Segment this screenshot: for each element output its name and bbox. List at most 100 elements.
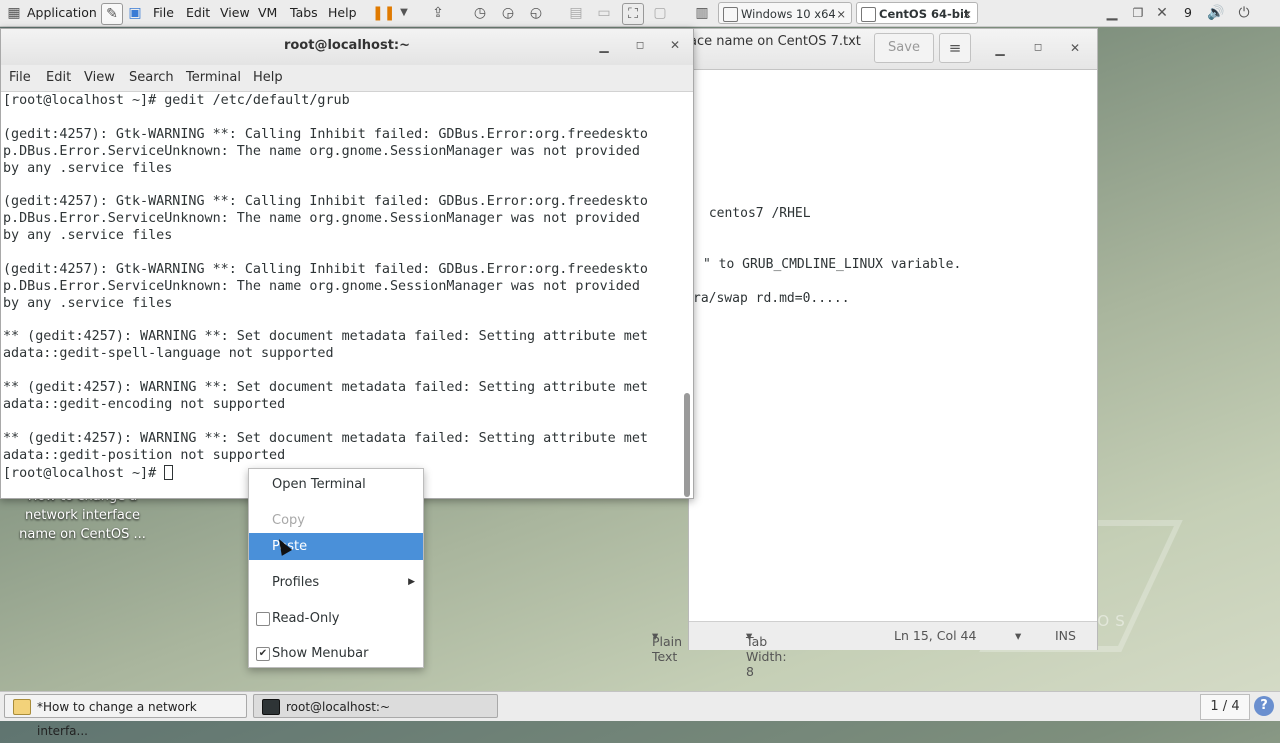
terminal-line: ** (gedit:4257): WARNING **: Set documen…	[3, 430, 648, 446]
vm-menu-view[interactable]: View	[220, 0, 250, 26]
maximize-icon[interactable]: ◻	[1029, 39, 1047, 57]
save-button[interactable]: Save	[874, 33, 934, 63]
vm-menu-vm[interactable]: VM	[258, 0, 277, 26]
terminal-output[interactable]: [root@localhost ~]# gedit /etc/default/g…	[3, 93, 683, 493]
minimize-icon[interactable]: ▁	[1102, 3, 1122, 23]
menu-item-label: Show Menubar	[272, 646, 369, 661]
scrollbar-thumb[interactable]	[684, 393, 690, 497]
volume-icon[interactable]: 🔊	[1206, 3, 1226, 23]
vm-tab-windows10[interactable]: Windows 10 x64 ×	[718, 2, 852, 24]
cursor-position: Ln 15, Col 44	[894, 628, 977, 643]
vm-menu-file[interactable]: File	[153, 0, 174, 26]
taskbar-item-label: root@localhost:~	[286, 700, 391, 714]
vm-tab-label: Windows 10 x64	[741, 7, 836, 21]
restore-icon[interactable]: ❐	[1128, 3, 1148, 23]
gedit-title: ace name on CentOS 7.txt	[689, 34, 861, 49]
clock-digit: 9	[1184, 5, 1192, 20]
context-menu: Open Terminal Copy Paste Profiles ▶ Read-…	[248, 468, 424, 668]
library-icon[interactable]: ▥	[692, 3, 712, 23]
menu-item-label: Copy	[272, 513, 305, 528]
terminal-line: [root@localhost ~]# gedit /etc/default/g…	[3, 93, 350, 108]
close-icon[interactable]: ✕	[666, 36, 684, 54]
menu-item-label: Profiles	[272, 575, 320, 590]
snapshot-manager-icon[interactable]: ◵	[526, 3, 546, 23]
menu-item-profiles[interactable]: Profiles ▶	[249, 569, 423, 596]
hamburger-menu-icon[interactable]: ≡	[939, 33, 971, 63]
gedit-window: ace name on CentOS 7.txt Save ≡ ▁ ◻ ✕ ce…	[652, 28, 1098, 679]
terminal-window: root@localhost:~ ▁ ◻ ✕ File Edit View Se…	[0, 28, 694, 499]
minimize-icon[interactable]: ▁	[595, 37, 613, 55]
language-selector[interactable]: Plain Text ▾	[652, 628, 682, 664]
close-icon[interactable]: ✕	[1066, 39, 1084, 57]
gedit-header-bar: ace name on CentOS 7.txt Save ≡ ▁ ◻ ✕	[689, 29, 1097, 70]
revert-snapshot-icon[interactable]: ◶	[498, 3, 518, 23]
submenu-arrow-icon: ▶	[408, 577, 415, 587]
gedit-statusbar: Plain Text ▾ Tab Width: 8 ▾ Ln 15, Col 4…	[652, 621, 1097, 679]
terminal-prompt: [root@localhost ~]#	[3, 465, 165, 481]
menu-item-paste[interactable]: Paste	[249, 533, 423, 560]
minimize-icon[interactable]: ▁	[991, 40, 1009, 58]
terminal-line: (gedit:4257): Gtk-WARNING **: Calling In…	[3, 261, 648, 277]
vm-tab-centos[interactable]: CentOS 64-bit ×	[856, 2, 978, 24]
text-editor-icon	[13, 699, 31, 715]
pause-icon[interactable]: ❚❚	[372, 3, 395, 23]
help-icon[interactable]: ?	[1254, 696, 1274, 716]
send-keys-icon[interactable]: ⇪	[428, 3, 448, 23]
desktop-icon-label-line[interactable]: network interface	[10, 508, 155, 523]
terminal-menu-help[interactable]: Help	[253, 70, 283, 85]
menu-item-label: Open Terminal	[272, 477, 366, 492]
terminal-line: adata::gedit-spell-language not supporte…	[3, 346, 334, 362]
workspace-pager[interactable]: 1 / 4	[1200, 694, 1250, 720]
pin-icon[interactable]: ✎	[101, 3, 123, 25]
thumbnail-icon[interactable]: ▭	[594, 3, 614, 23]
applications-icon: ▦	[7, 5, 21, 21]
power-icon[interactable]: ⏻	[1234, 3, 1254, 23]
applications-menu[interactable]: Application	[27, 0, 97, 26]
insert-mode: INS	[1055, 628, 1076, 643]
terminal-title: root@localhost:~	[1, 29, 693, 65]
terminal-line: (gedit:4257): Gtk-WARNING **: Calling In…	[3, 126, 648, 142]
menu-item-open-terminal[interactable]: Open Terminal	[249, 471, 423, 498]
terminal-menu-search[interactable]: Search	[129, 70, 174, 85]
close-icon[interactable]: ×	[836, 3, 846, 25]
close-icon[interactable]: ×	[962, 3, 972, 25]
terminal-line: by any .service files	[3, 295, 173, 311]
vm-menu-tabs[interactable]: Tabs	[290, 0, 318, 26]
menu-item-show-menubar[interactable]: ✔ Show Menubar	[249, 640, 423, 667]
vm-menu-help[interactable]: Help	[328, 0, 357, 26]
terminal-line: p.DBus.Error.ServiceUnknown: The name or…	[3, 211, 640, 227]
chevron-down-icon[interactable]: ▾	[1015, 628, 1021, 643]
vm-icon	[723, 7, 738, 22]
taskbar-item-terminal[interactable]: root@localhost:~	[253, 694, 498, 718]
desktop-icon-label-line[interactable]: name on CentOS ...	[10, 527, 155, 542]
terminal-line: ** (gedit:4257): WARNING **: Set documen…	[3, 380, 648, 396]
menu-item-read-only[interactable]: Read-Only	[249, 605, 423, 632]
terminal-menu-file[interactable]: File	[9, 70, 31, 85]
terminal-menu-edit[interactable]: Edit	[46, 70, 71, 85]
checkbox-icon[interactable]	[256, 612, 270, 626]
sidebar-icon[interactable]: ▤	[566, 3, 586, 23]
snapshot-icon[interactable]: ◷	[470, 3, 490, 23]
vm-menu-edit[interactable]: Edit	[186, 0, 210, 26]
taskbar-item-gedit[interactable]: *How to change a network interfa...	[4, 694, 247, 738]
close-icon[interactable]: ✕	[1152, 3, 1172, 23]
gedit-text-line: ra/swap rd.md=0.....	[693, 291, 850, 306]
tab-width-selector[interactable]: Tab Width: 8 ▾	[746, 628, 787, 679]
maximize-icon[interactable]: ◻	[631, 37, 649, 55]
terminal-line: by any .service files	[3, 160, 173, 176]
unity-icon[interactable]: ▢	[650, 3, 670, 23]
fullscreen-icon[interactable]: ⛶	[622, 3, 644, 25]
terminal-menu-terminal[interactable]: Terminal	[186, 70, 241, 85]
chevron-down-icon[interactable]: ▼	[394, 3, 414, 23]
checkbox-checked-icon[interactable]: ✔	[256, 647, 270, 661]
terminal-icon	[262, 699, 280, 715]
terminal-cursor	[164, 464, 174, 480]
taskbar: *How to change a network interfa... root…	[0, 691, 1280, 738]
terminal-menubar: File Edit View Search Terminal Help	[1, 65, 693, 92]
terminal-scrollbar[interactable]	[683, 93, 691, 497]
terminal-menu-view[interactable]: View	[84, 70, 115, 85]
